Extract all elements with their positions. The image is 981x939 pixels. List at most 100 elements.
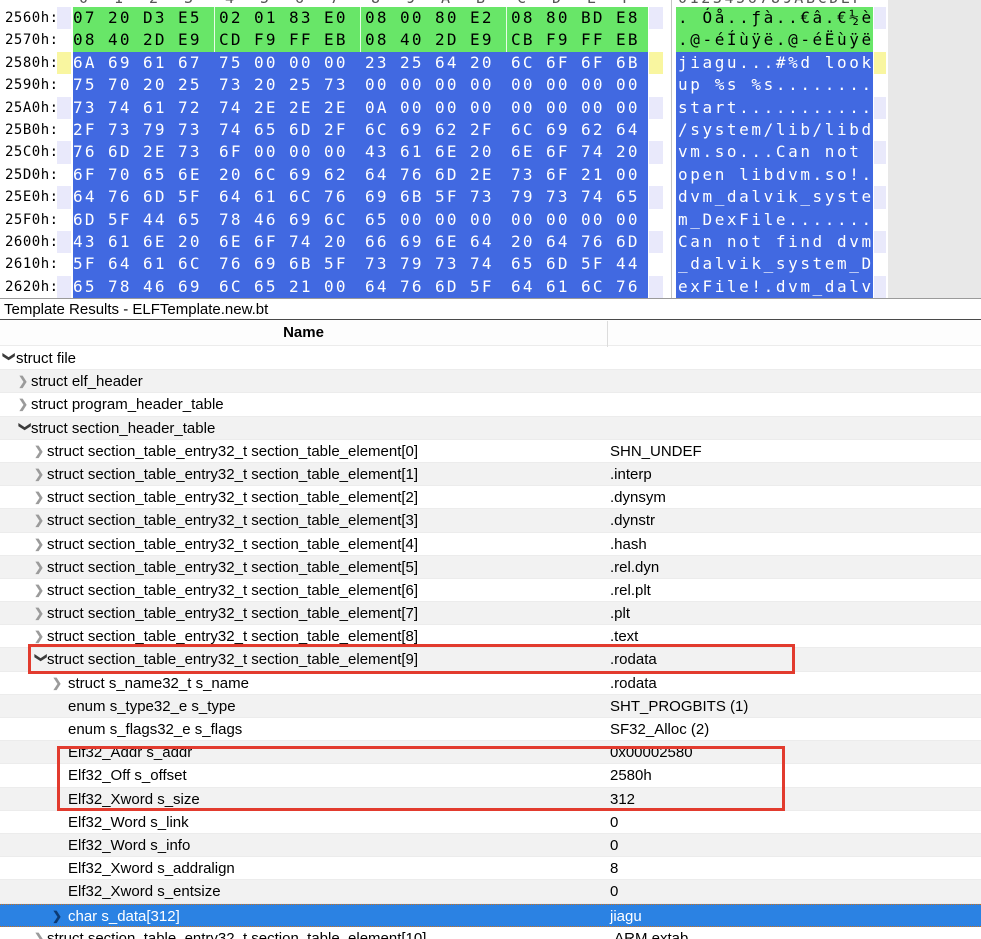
hex-byte[interactable]: 6F — [219, 141, 254, 163]
hex-byte[interactable]: 00 — [289, 141, 324, 163]
tree-row[interactable]: ❯struct elf_header — [0, 370, 981, 393]
hex-byte[interactable]: 62 — [324, 164, 359, 186]
expand-chevron-icon[interactable]: ❯ — [34, 486, 48, 509]
hex-byte[interactable]: 6F — [546, 52, 581, 74]
hex-byte[interactable]: 00 — [435, 97, 470, 119]
tree-row[interactable]: ❯struct section_table_entry32_t section_… — [0, 509, 981, 532]
hex-byte[interactable]: 64 — [435, 52, 470, 74]
tree-row[interactable]: Elf32_Xword s_size312 — [0, 788, 981, 811]
hex-byte[interactable]: 6D — [108, 141, 143, 163]
hex-byte[interactable]: 6C — [511, 52, 546, 74]
tree-row[interactable]: ❯struct section_table_entry32_t section_… — [0, 927, 981, 939]
ascii-text[interactable]: open libdvm.so!. — [678, 164, 874, 186]
hex-byte[interactable]: 76 — [400, 164, 435, 186]
ascii-text[interactable]: m_DexFile....... — [678, 209, 874, 231]
ascii-text[interactable]: . Óå..ƒà..€â.€½è — [678, 7, 874, 29]
tree-row[interactable]: ❯char s_data[312]jiagu — [0, 904, 981, 927]
hex-byte[interactable]: 08 — [511, 7, 546, 29]
tree-row[interactable]: Elf32_Xword s_entsize0 — [0, 880, 981, 903]
hex-byte[interactable]: 61 — [108, 231, 143, 253]
hex-byte[interactable]: 20 — [470, 141, 505, 163]
hex-byte[interactable]: 2E — [289, 97, 324, 119]
tree-row[interactable]: ❯struct section_table_entry32_t section_… — [0, 533, 981, 556]
ascii-text[interactable]: Can not find dvm — [678, 231, 874, 253]
hex-byte[interactable]: 76 — [616, 276, 651, 298]
tree-row[interactable]: Elf32_Word s_link0 — [0, 811, 981, 834]
hex-byte[interactable]: 00 — [400, 74, 435, 96]
hex-byte[interactable]: 65 — [365, 209, 400, 231]
hex-byte[interactable]: 80 — [546, 7, 581, 29]
hex-byte[interactable]: 00 — [470, 209, 505, 231]
hex-row[interactable]: 2590h:75702025732025730000000000000000up… — [0, 74, 981, 96]
hex-byte[interactable]: 61 — [546, 276, 581, 298]
hex-byte[interactable]: 6E — [178, 164, 213, 186]
hex-byte[interactable]: 73 — [470, 186, 505, 208]
hex-byte[interactable]: 21 — [289, 276, 324, 298]
expand-chevron-icon[interactable]: ❯ — [34, 509, 48, 532]
hex-row[interactable]: 25F0h:6D5F44657846696C6500000000000000m_… — [0, 209, 981, 231]
hex-byte[interactable]: 00 — [400, 7, 435, 29]
hex-byte[interactable]: 69 — [546, 119, 581, 141]
hex-byte[interactable]: 6F — [254, 231, 289, 253]
hex-byte[interactable]: 65 — [73, 276, 108, 298]
hex-row[interactable]: 25D0h:6F70656E206C696264766D2E736F2100op… — [0, 164, 981, 186]
hex-bytes[interactable]: 08402DE9CDF9FFEB08402DE9CBF9FFEB — [73, 29, 648, 51]
tree-row[interactable]: Elf32_Xword s_addralign8 — [0, 857, 981, 880]
hex-byte[interactable]: 2D — [435, 29, 470, 51]
hex-row[interactable]: 2560h:0720D3E5020183E0080080E20880BDE8. … — [0, 7, 981, 29]
hex-byte[interactable]: 74 — [108, 97, 143, 119]
hex-byte[interactable]: 64 — [546, 231, 581, 253]
ascii-text[interactable]: jiagu...#%d look — [678, 52, 874, 74]
hex-byte[interactable]: 6C — [324, 209, 359, 231]
hex-byte[interactable]: 6F — [73, 164, 108, 186]
hex-byte[interactable]: 00 — [435, 209, 470, 231]
hex-bytes[interactable]: 6F70656E206C696264766D2E736F2100 — [73, 164, 648, 186]
hex-row[interactable]: 2600h:43616E206E6F742066696E642064766DCa… — [0, 231, 981, 253]
hex-byte[interactable]: 40 — [400, 29, 435, 51]
hex-byte[interactable]: 64 — [616, 119, 651, 141]
expand-chevron-icon[interactable]: ❯ — [52, 672, 66, 695]
hex-byte[interactable]: 5F — [435, 186, 470, 208]
expand-chevron-icon[interactable]: ❯ — [34, 463, 48, 486]
hex-byte[interactable]: 23 — [365, 52, 400, 74]
hex-byte[interactable]: 6B — [289, 253, 324, 275]
hex-byte[interactable]: 43 — [365, 141, 400, 163]
tree-row[interactable]: Elf32_Addr s_addr0x00002580 — [0, 741, 981, 764]
hex-byte[interactable]: 76 — [324, 186, 359, 208]
hex-byte[interactable]: 64 — [511, 276, 546, 298]
hex-byte[interactable]: 61 — [143, 52, 178, 74]
hex-byte[interactable]: 6B — [400, 186, 435, 208]
hex-byte[interactable]: 76 — [73, 141, 108, 163]
hex-byte[interactable]: 00 — [616, 74, 651, 96]
hex-byte[interactable]: 62 — [581, 119, 616, 141]
hex-byte[interactable]: 6D — [73, 209, 108, 231]
hex-byte[interactable]: 00 — [616, 97, 651, 119]
hex-byte[interactable]: 6C — [219, 276, 254, 298]
hex-byte[interactable]: 07 — [73, 7, 108, 29]
hex-byte[interactable]: 76 — [400, 276, 435, 298]
hex-byte[interactable]: 6D — [143, 186, 178, 208]
hex-byte[interactable]: 20 — [178, 231, 213, 253]
hex-byte[interactable]: 08 — [73, 29, 108, 51]
hex-byte[interactable]: 6C — [254, 164, 289, 186]
hex-byte[interactable]: 62 — [435, 119, 470, 141]
hex-byte[interactable]: 00 — [616, 209, 651, 231]
hex-byte[interactable]: 20 — [616, 141, 651, 163]
hex-byte[interactable]: 65 — [254, 119, 289, 141]
hex-bytes[interactable]: 2F73797374656D2F6C69622F6C696264 — [73, 119, 648, 141]
hex-byte[interactable]: E2 — [470, 7, 505, 29]
hex-byte[interactable]: 2E — [254, 97, 289, 119]
hex-byte[interactable]: 74 — [581, 141, 616, 163]
hex-byte[interactable]: 46 — [254, 209, 289, 231]
hex-row[interactable]: 25A0h:73746172742E2E2E0A00000000000000st… — [0, 97, 981, 119]
expand-chevron-icon[interactable]: ❯ — [34, 625, 48, 648]
expand-chevron-icon[interactable]: ❯ — [34, 602, 48, 625]
hex-byte[interactable]: EB — [616, 29, 651, 51]
hex-byte[interactable]: 61 — [400, 141, 435, 163]
hex-byte[interactable]: 73 — [511, 164, 546, 186]
hex-byte[interactable]: 00 — [289, 52, 324, 74]
tree-row[interactable]: Elf32_Word s_info0 — [0, 834, 981, 857]
ascii-text[interactable]: _dalvik_system_D — [678, 253, 874, 275]
tree-row[interactable]: ❯struct section_table_entry32_t section_… — [0, 486, 981, 509]
hex-byte[interactable]: D3 — [143, 7, 178, 29]
